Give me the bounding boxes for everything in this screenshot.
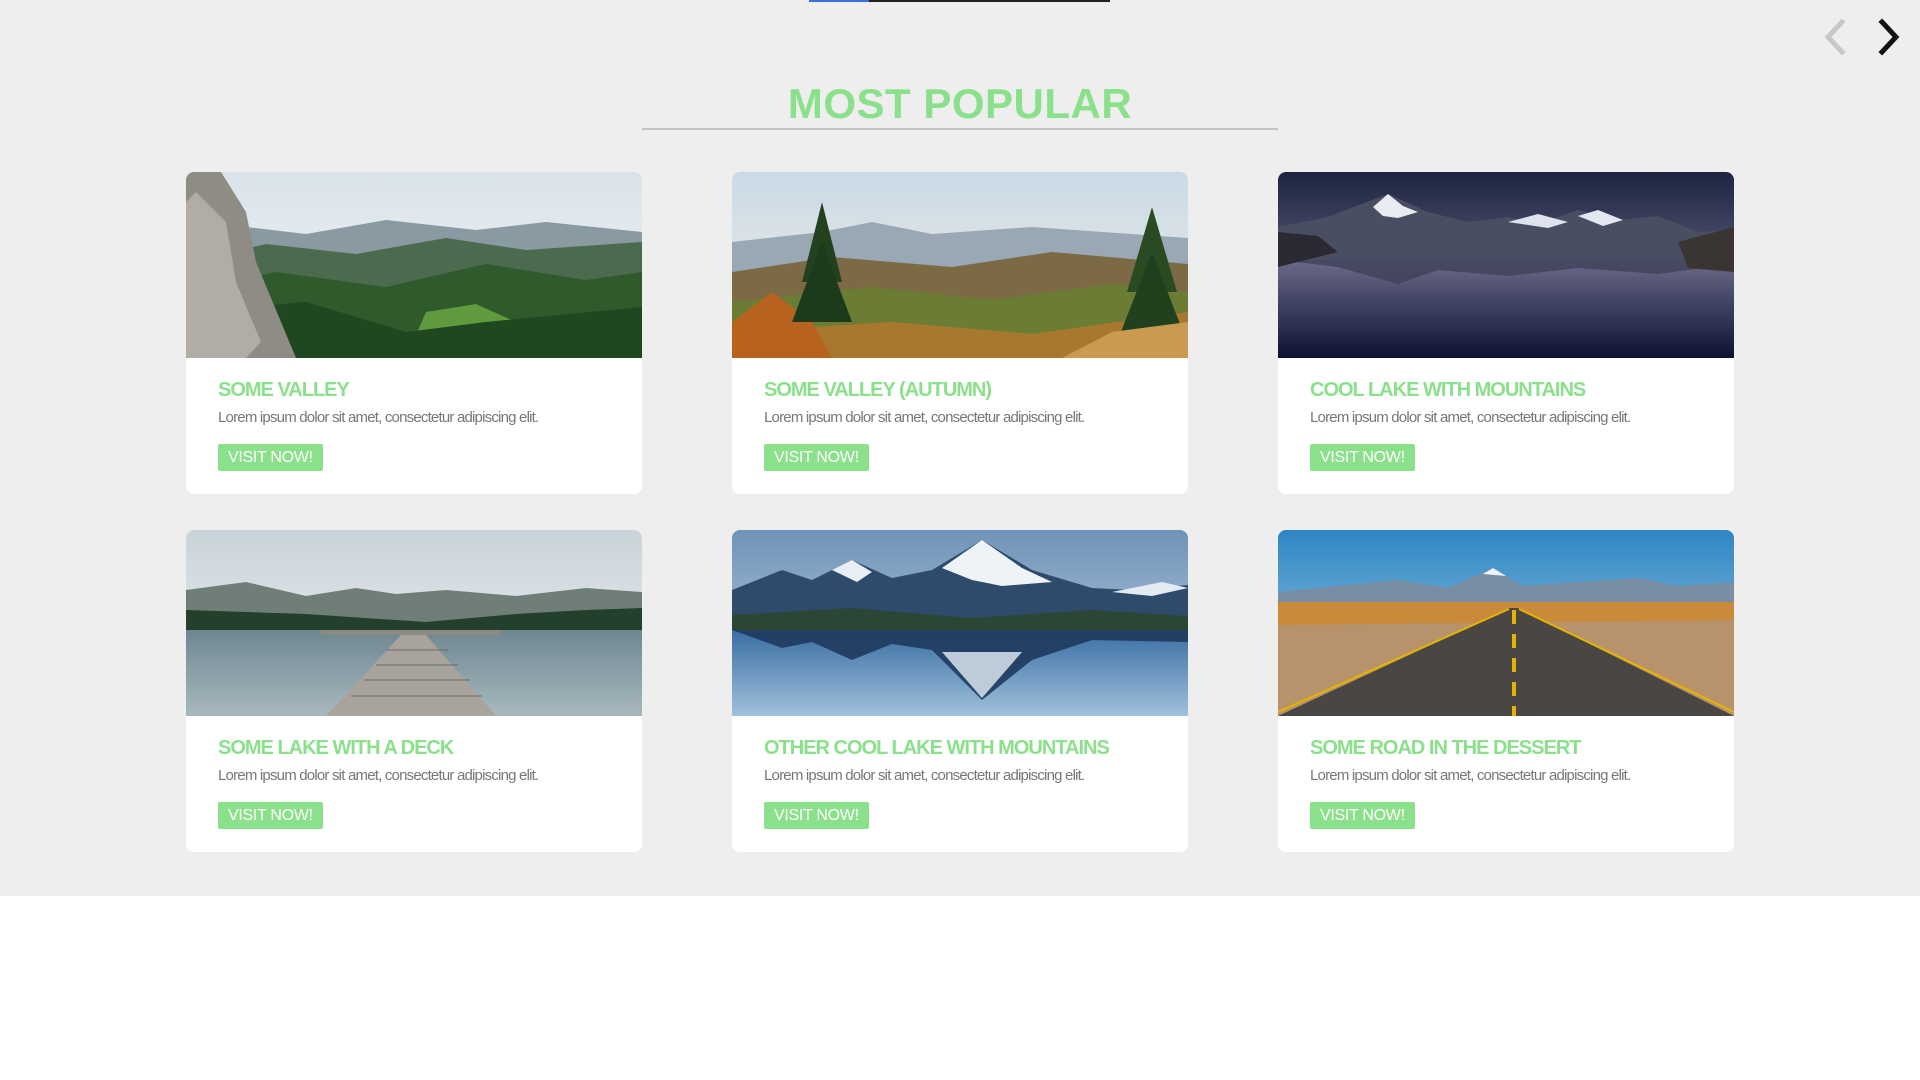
chevron-left-icon [1824,18,1846,56]
visit-now-button[interactable]: VISIT NOW! [764,802,869,829]
card-title: COOL LAKE WITH MOUNTAINS [1310,379,1586,401]
destination-card: SOME VALLEY (AUTUMN) Lorem ipsum dolor s… [732,172,1188,494]
card-image [1278,530,1734,716]
card-image [732,172,1188,358]
card-grid: SOME VALLEY Lorem ipsum dolor sit amet, … [186,172,1734,852]
section-title: MOST POPULAR [787,80,1133,127]
card-body: SOME ROAD IN THE DESSERT Lorem ipsum dol… [1278,716,1734,829]
card-title: SOME ROAD IN THE DESSERT [1310,737,1581,759]
card-description: Lorem ipsum dolor sit amet, consectetur … [1310,767,1631,784]
card-description: Lorem ipsum dolor sit amet, consectetur … [218,767,539,784]
card-body: SOME VALLEY Lorem ipsum dolor sit amet, … [186,358,642,471]
slider-progress-fill [809,0,870,2]
card-body: OTHER COOL LAKE WITH MOUNTAINS Lorem ips… [732,716,1188,829]
card-title: SOME VALLEY (AUTUMN) [764,379,992,401]
card-image [732,530,1188,716]
card-description: Lorem ipsum dolor sit amet, consectetur … [764,409,1085,426]
visit-now-button[interactable]: VISIT NOW! [764,444,869,471]
card-image [186,530,642,716]
title-underline [642,128,1278,130]
visit-now-button[interactable]: VISIT NOW! [1310,444,1415,471]
card-title: SOME VALLEY [218,379,350,401]
card-body: SOME VALLEY (AUTUMN) Lorem ipsum dolor s… [732,358,1188,471]
destination-card: SOME LAKE WITH A DECK Lorem ipsum dolor … [186,530,642,852]
card-body: COOL LAKE WITH MOUNTAINS Lorem ipsum dol… [1278,358,1734,471]
popular-section: MOST POPULAR SOME VALLEY Lorem ipsum dol… [0,0,1920,896]
chevron-right-icon [1878,18,1900,56]
prev-slide-button[interactable] [1816,16,1858,58]
card-title: OTHER COOL LAKE WITH MOUNTAINS [764,737,1110,759]
card-image [186,172,642,358]
destination-card: COOL LAKE WITH MOUNTAINS Lorem ipsum dol… [1278,172,1734,494]
card-body: SOME LAKE WITH A DECK Lorem ipsum dolor … [186,716,642,829]
destination-card: SOME VALLEY Lorem ipsum dolor sit amet, … [186,172,642,494]
card-image [1278,172,1734,358]
card-description: Lorem ipsum dolor sit amet, consectetur … [218,409,539,426]
card-description: Lorem ipsum dolor sit amet, consectetur … [764,767,1085,784]
card-description: Lorem ipsum dolor sit amet, consectetur … [1310,409,1631,426]
next-slide-button[interactable] [1868,16,1910,58]
visit-now-button[interactable]: VISIT NOW! [1310,802,1415,829]
visit-now-button[interactable]: VISIT NOW! [218,802,323,829]
card-title: SOME LAKE WITH A DECK [218,737,454,759]
destination-card: SOME ROAD IN THE DESSERT Lorem ipsum dol… [1278,530,1734,852]
visit-now-button[interactable]: VISIT NOW! [218,444,323,471]
slider-progress-bar [809,0,1110,2]
destination-card: OTHER COOL LAKE WITH MOUNTAINS Lorem ips… [732,530,1188,852]
